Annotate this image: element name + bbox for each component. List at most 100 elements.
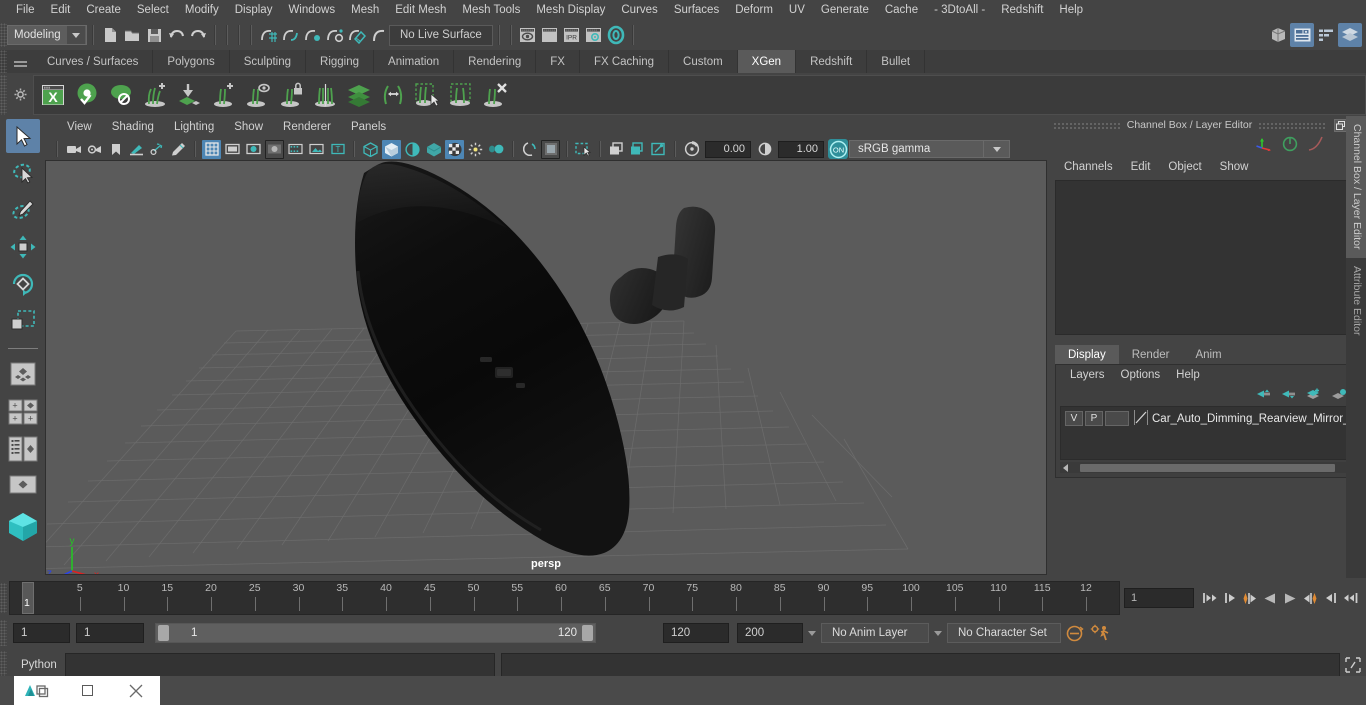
gate-mask-icon[interactable] bbox=[265, 139, 284, 159]
shelf-tab-curves-surfaces[interactable]: Curves / Surfaces bbox=[33, 50, 154, 73]
snap-to-projected-center-icon[interactable] bbox=[323, 24, 345, 46]
shelf-tab-xgen[interactable]: XGen bbox=[737, 50, 797, 73]
menu-create[interactable]: Create bbox=[78, 1, 129, 19]
range-row-grip[interactable] bbox=[0, 620, 7, 646]
range-end-handle[interactable] bbox=[582, 625, 593, 641]
layer-menu-options[interactable]: Options bbox=[1113, 368, 1169, 382]
tab-display[interactable]: Display bbox=[1055, 345, 1119, 364]
shelf-grip[interactable] bbox=[0, 50, 7, 73]
current-frame-field[interactable]: 1 bbox=[1124, 588, 1194, 608]
xgen-region-icon[interactable] bbox=[444, 77, 478, 113]
command-language-label[interactable]: Python bbox=[7, 659, 65, 671]
menu-mesh-tools[interactable]: Mesh Tools bbox=[454, 1, 528, 19]
hypershade-icon[interactable] bbox=[605, 24, 627, 46]
viewport-menu-view[interactable]: View bbox=[57, 120, 102, 134]
menu-3dtoall[interactable]: - 3DtoAll - bbox=[926, 1, 993, 19]
scroll-left-icon[interactable] bbox=[1063, 463, 1068, 472]
play-forwards-icon[interactable] bbox=[1280, 587, 1300, 609]
show-hide-tool-settings-icon[interactable] bbox=[1314, 23, 1338, 47]
status-line-grip[interactable] bbox=[0, 23, 7, 47]
close-icon[interactable] bbox=[111, 676, 160, 705]
layer-color-swatch-icon[interactable] bbox=[1134, 409, 1148, 428]
film-gate-icon[interactable] bbox=[223, 140, 242, 159]
xgen-preview-icon[interactable] bbox=[70, 77, 104, 113]
render-settings-icon[interactable] bbox=[583, 24, 605, 46]
animation-end-field[interactable]: 200 bbox=[737, 623, 803, 643]
snap-to-curve-icon[interactable] bbox=[279, 24, 301, 46]
smooth-shade-icon[interactable] bbox=[382, 139, 401, 159]
shelf-menu-icon[interactable] bbox=[7, 50, 33, 73]
anim-layer-chevron-icon[interactable] bbox=[803, 623, 821, 643]
viewport-image-icon[interactable] bbox=[307, 140, 326, 159]
xgen-convert-icon[interactable] bbox=[376, 77, 410, 113]
redo-icon[interactable] bbox=[187, 24, 209, 46]
shelf-tab-polygons[interactable]: Polygons bbox=[153, 50, 230, 73]
command-line-grip[interactable] bbox=[0, 650, 7, 679]
layer-list-scrollbar[interactable] bbox=[1060, 462, 1355, 473]
channel-box-menu-edit[interactable]: Edit bbox=[1122, 160, 1160, 174]
shelf-tab-fx-caching[interactable]: FX Caching bbox=[579, 50, 670, 73]
color-management-field[interactable]: sRGB gamma bbox=[849, 140, 984, 158]
layer-menu-layers[interactable]: Layers bbox=[1062, 368, 1113, 382]
rotate-tool[interactable] bbox=[6, 267, 40, 301]
menu-set-selector[interactable]: Modeling bbox=[7, 25, 87, 45]
scale-tool[interactable] bbox=[6, 304, 40, 338]
menu-help[interactable]: Help bbox=[1051, 1, 1091, 19]
playback-end-field[interactable]: 120 bbox=[663, 623, 729, 643]
shelf-tab-rendering[interactable]: Rendering bbox=[454, 50, 537, 73]
menu-mesh[interactable]: Mesh bbox=[343, 1, 387, 19]
new-layer-from-selected-icon[interactable] bbox=[1306, 388, 1322, 403]
menu-deform[interactable]: Deform bbox=[727, 1, 781, 19]
shelf-bar-grip[interactable] bbox=[0, 74, 7, 115]
move-layer-down-icon[interactable] bbox=[1281, 388, 1297, 403]
step-back-key-icon[interactable] bbox=[1240, 587, 1260, 609]
layer-shading-toggle[interactable] bbox=[1105, 411, 1129, 426]
step-back-frame-icon[interactable] bbox=[1220, 587, 1240, 609]
shelf-tab-sculpting[interactable]: Sculpting bbox=[229, 50, 307, 73]
exposure-icon[interactable] bbox=[682, 140, 701, 159]
layer-list[interactable]: V P Car_Auto_Dimming_Rearview_Mirror_ bbox=[1060, 406, 1355, 460]
show-hide-channel-box-icon[interactable] bbox=[1338, 23, 1362, 47]
gamma-field[interactable]: 1.00 bbox=[778, 140, 824, 158]
channel-box-speed-icon[interactable] bbox=[1282, 136, 1298, 155]
depth-of-field-icon[interactable] bbox=[541, 139, 560, 159]
film-origin-icon[interactable] bbox=[286, 140, 305, 159]
maya-app-icon[interactable] bbox=[14, 676, 63, 705]
menu-surfaces[interactable]: Surfaces bbox=[666, 1, 727, 19]
menu-windows[interactable]: Windows bbox=[280, 1, 343, 19]
move-tool[interactable] bbox=[6, 230, 40, 264]
xgen-add-guide-icon[interactable] bbox=[206, 77, 240, 113]
make-live-icon[interactable] bbox=[367, 24, 389, 46]
layer-menu-help[interactable]: Help bbox=[1168, 368, 1208, 382]
time-slider-grip[interactable] bbox=[0, 583, 7, 613]
layer-name[interactable]: Car_Auto_Dimming_Rearview_Mirror_ bbox=[1152, 413, 1349, 425]
xgen-guide-visibility-icon[interactable] bbox=[240, 77, 274, 113]
grease-pencil-icon[interactable] bbox=[169, 140, 188, 159]
channel-box-menu-channels[interactable]: Channels bbox=[1055, 160, 1122, 174]
tab-render[interactable]: Render bbox=[1118, 345, 1183, 364]
render-current-frame-icon[interactable] bbox=[517, 24, 539, 46]
range-slider[interactable]: 1 120 bbox=[155, 623, 596, 643]
use-all-lights-icon[interactable] bbox=[424, 140, 443, 159]
step-forward-key-icon[interactable] bbox=[1300, 587, 1320, 609]
viewport-menu-show[interactable]: Show bbox=[224, 120, 273, 134]
exposure-field[interactable]: 0.00 bbox=[705, 140, 751, 158]
xray-text-icon[interactable]: T bbox=[328, 140, 347, 159]
tab-anim[interactable]: Anim bbox=[1182, 345, 1235, 364]
isolate-select-icon[interactable] bbox=[574, 140, 593, 159]
show-hide-attribute-editor-icon[interactable] bbox=[1290, 23, 1314, 47]
single-persp-layout-icon[interactable] bbox=[6, 469, 40, 503]
menu-file[interactable]: File bbox=[8, 1, 43, 19]
xgen-disable-icon[interactable] bbox=[104, 77, 138, 113]
menu-edit-mesh[interactable]: Edit Mesh bbox=[387, 1, 454, 19]
xgen-select-region-icon[interactable] bbox=[410, 77, 444, 113]
two-d-pan-zoom-icon[interactable] bbox=[148, 140, 167, 159]
animation-start-field[interactable]: 1 bbox=[13, 623, 70, 643]
vertical-tab-channel-box[interactable]: Channel Box / Layer Editor bbox=[1346, 116, 1366, 258]
layer-visibility-toggle[interactable]: V bbox=[1065, 411, 1083, 426]
move-layer-up-icon[interactable] bbox=[1256, 388, 1272, 403]
viewport-menu-renderer[interactable]: Renderer bbox=[273, 120, 341, 134]
grid-toggle-icon[interactable] bbox=[202, 139, 221, 159]
menu-display[interactable]: Display bbox=[227, 1, 281, 19]
maximize-icon[interactable] bbox=[63, 676, 112, 705]
